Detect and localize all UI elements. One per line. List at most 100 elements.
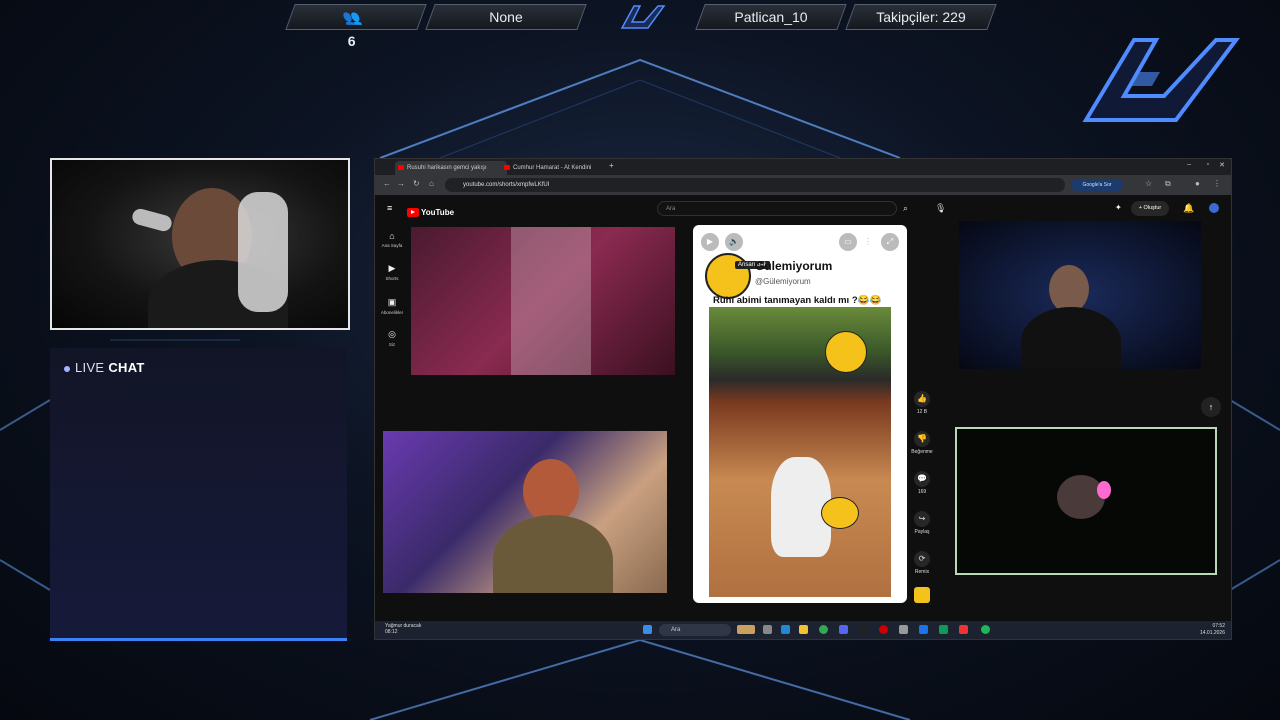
record-icon[interactable] xyxy=(879,625,888,634)
short-video-frame[interactable] xyxy=(709,307,891,597)
sidebar-item-home[interactable]: ⌂ Ana Sayfa xyxy=(375,231,409,248)
headset-light xyxy=(1097,481,1111,499)
comment-button[interactable]: 💬 169 xyxy=(907,471,937,495)
play-button[interactable]: ▶ xyxy=(701,233,719,251)
minimize-button[interactable]: – xyxy=(1187,161,1191,168)
youtube-logo[interactable]: YouTube xyxy=(407,204,454,222)
hamburger-icon[interactable]: ≡ xyxy=(387,203,392,213)
youtube-short-card[interactable]: ▶ 🔈 ▭ ⋮ ⤢ Ansarı bak Gülemiyorum @Gülemi… xyxy=(693,225,907,603)
widget-icon[interactable] xyxy=(737,625,755,634)
youtube-search-input[interactable]: Ara xyxy=(657,201,897,216)
dislike-label: Beğenme xyxy=(911,449,933,455)
streamer-webcam xyxy=(50,158,350,330)
subscriptions-icon: ▣ xyxy=(387,297,397,307)
taskbar-clock[interactable]: 07:52 14.01.2026 xyxy=(1200,623,1225,637)
volume-button[interactable]: 🔈 xyxy=(725,233,743,251)
menu-icon[interactable]: ⋮ xyxy=(1213,179,1221,188)
microphone-icon xyxy=(130,207,174,233)
browser-tabbar: Rusuhi harikasın gemci yakışı Cumhur Ham… xyxy=(375,159,1231,175)
streamer-name: Patlican_10 xyxy=(734,9,808,25)
app-icon[interactable] xyxy=(959,625,968,634)
back-icon[interactable]: ← xyxy=(383,179,391,188)
home-icon: ⌂ xyxy=(389,231,395,241)
url-field[interactable]: youtube.com/shorts/xmpfwLKfUI xyxy=(445,178,1065,192)
chair xyxy=(238,192,288,312)
remix-label: Remix xyxy=(914,569,930,575)
edge-icon[interactable] xyxy=(781,625,790,634)
fullscreen-button[interactable]: ⤢ xyxy=(881,233,899,251)
sidebar-label: Shorts xyxy=(385,276,399,281)
app-icon[interactable] xyxy=(899,625,908,634)
new-tab-button[interactable]: + xyxy=(609,161,614,170)
streamer-box: Patlican_10 xyxy=(695,4,847,30)
mic-icon[interactable]: 🎙 xyxy=(935,203,946,214)
app-icon[interactable] xyxy=(859,625,868,634)
viewer-count-box: 👥 6 xyxy=(285,4,427,49)
sidebar-label: Abonelikler xyxy=(380,310,404,315)
sidebar-item-shorts[interactable]: ▶ Shorts xyxy=(375,263,409,281)
task-view-icon[interactable] xyxy=(763,625,772,634)
guest-head xyxy=(1057,475,1105,519)
channel-handle[interactable]: @Gülemiyorum xyxy=(755,277,811,286)
wall-panel xyxy=(511,227,591,375)
sidebar-item-subscriptions[interactable]: ▣ Abonelikler xyxy=(375,297,409,315)
more-options-icon[interactable]: ⋮ xyxy=(859,233,877,251)
bookmark-star-icon[interactable]: ☆ xyxy=(1145,179,1152,188)
avatar[interactable] xyxy=(1209,203,1219,213)
live-dot-icon xyxy=(64,365,70,372)
discord-icon[interactable] xyxy=(839,625,848,634)
explorer-icon[interactable] xyxy=(799,625,808,634)
live-chat-title: LIVE CHAT xyxy=(64,360,145,375)
cast-icon[interactable]: ✦ xyxy=(1115,203,1122,212)
app-icon[interactable] xyxy=(919,625,928,634)
dislike-icon: 👎 xyxy=(914,431,930,447)
browser-tab[interactable]: Rusuhi harikasın gemci yakışı xyxy=(395,161,507,175)
followers-count: Takipçiler: 229 xyxy=(876,9,966,25)
taskbar-search[interactable]: Ara xyxy=(659,624,731,636)
sticker-icon xyxy=(825,331,867,373)
forward-icon[interactable]: → xyxy=(397,179,405,188)
create-button[interactable]: + Oluştur xyxy=(1131,201,1169,216)
clock-time: 07:52 xyxy=(1212,623,1225,629)
weather-time: 08:12 xyxy=(385,629,398,635)
reload-icon[interactable]: ↻ xyxy=(413,179,420,188)
extensions-icon[interactable]: ⧉ xyxy=(1165,179,1171,189)
chrome-icon[interactable] xyxy=(819,625,828,634)
weather-widget[interactable]: Yağmur duracak 08:12 xyxy=(385,623,421,635)
comment-icon: 💬 xyxy=(914,471,930,487)
close-button[interactable]: ✕ xyxy=(1219,161,1225,169)
viewer-count: 6 xyxy=(347,33,356,49)
logo-icon xyxy=(620,5,666,29)
browser-tab[interactable]: Cumhur Hamarat - At Kendini xyxy=(501,161,613,175)
search-icon[interactable]: ⌕ xyxy=(903,203,908,214)
guest-head xyxy=(1049,265,1089,313)
tab-label: Cumhur Hamarat - At Kendini xyxy=(513,165,592,171)
dislike-button[interactable]: 👎 Beğenme xyxy=(907,431,937,455)
youtube-logo-text: YouTube xyxy=(421,208,455,218)
profile-icon[interactable]: ● xyxy=(1195,179,1200,188)
share-button[interactable]: ↪ Paylaş xyxy=(907,511,937,535)
captions-button[interactable]: ▭ xyxy=(839,233,857,251)
followers-box: Takipçiler: 229 xyxy=(845,4,997,30)
sidebar-item-you[interactable]: ◎ Siz xyxy=(375,329,409,347)
app-icon[interactable] xyxy=(939,625,948,634)
address-bar-row: ← → ↻ ⌂ youtube.com/shorts/xmpfwLKfUI Go… xyxy=(375,175,1231,195)
viewers-icon: 👥 xyxy=(340,9,364,25)
maximize-button[interactable]: ▫ xyxy=(1207,161,1209,168)
google-ask-button[interactable]: Google'a Sor xyxy=(1071,179,1123,191)
channel-name[interactable]: Gülemiyorum xyxy=(755,259,832,273)
guest-body xyxy=(493,515,613,593)
spotify-icon[interactable] xyxy=(981,625,990,634)
guest-webcam-3 xyxy=(959,221,1201,369)
like-button[interactable]: 👍 12 B xyxy=(907,391,937,415)
channel-avatar[interactable] xyxy=(705,253,751,299)
shorts-icon: ▶ xyxy=(388,263,396,273)
remix-button[interactable]: ⟳ Remix xyxy=(907,551,937,575)
home-icon[interactable]: ⌂ xyxy=(429,179,434,188)
start-icon[interactable] xyxy=(643,625,652,634)
clock-date: 14.01.2026 xyxy=(1199,630,1225,636)
live-chat-panel: LIVE CHAT xyxy=(50,348,347,641)
sound-thumbnail[interactable] xyxy=(907,587,937,605)
notifications-bell-icon[interactable]: 🔔 xyxy=(1183,203,1194,214)
scroll-up-button[interactable]: ↑ xyxy=(1201,397,1221,417)
